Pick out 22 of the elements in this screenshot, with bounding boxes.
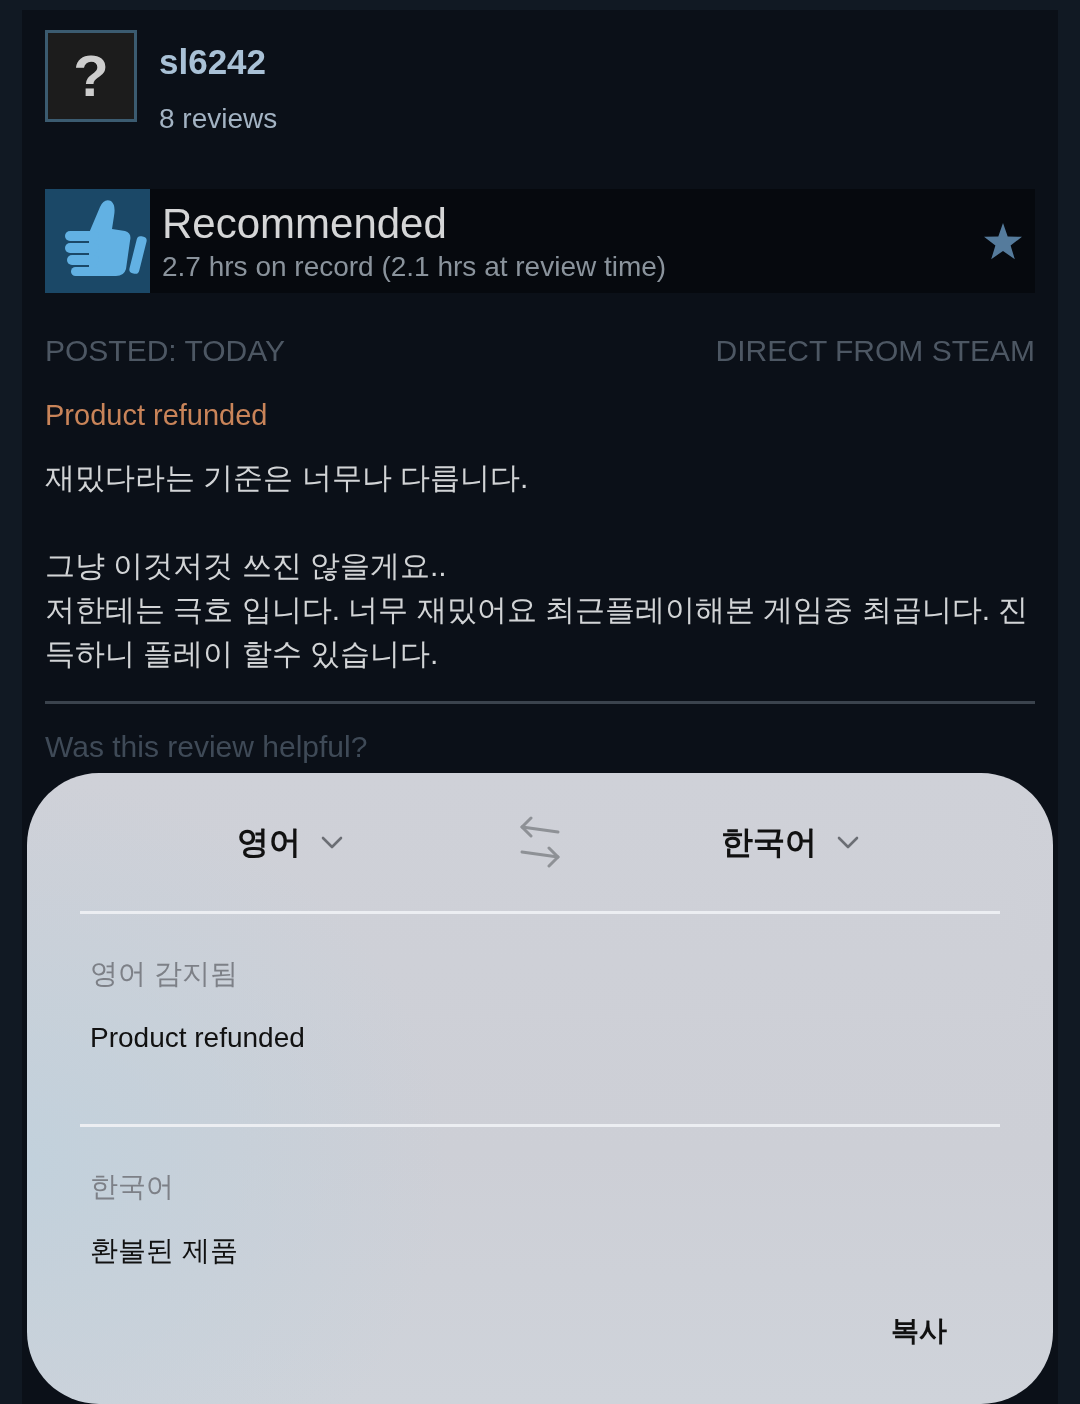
review-text: 재밌다라는 기준은 너무나 다릅니다. <box>45 460 530 496</box>
posted-date: POSTED: TODAY <box>45 333 286 369</box>
chevron-icon <box>321 835 343 849</box>
detected-language-label: 영어 감지됨 <box>90 957 239 991</box>
source-text: Product refunded <box>90 1021 306 1055</box>
translated-text: 환불된 제품 <box>90 1234 239 1268</box>
verdict-label: Recommended <box>162 198 448 249</box>
chevron-icon <box>837 835 859 849</box>
review-source: DIRECT FROM STEAM <box>715 333 1035 369</box>
thumbs-up-icon <box>45 189 150 293</box>
source-language-button[interactable]: 영어 <box>237 822 343 862</box>
refund-notice: Product refunded <box>45 398 269 433</box>
username[interactable]: sl6242 <box>159 42 278 82</box>
review-text: 그냥 이것저것 쓰진 않을게요.. 저한테는 극호 입니다. 너무 재밌어요 최근플레이해본 게임중 최곱니다. 진득하니 플레이 할수 있습니다. <box>45 548 1030 672</box>
target-language-label: 한국어 <box>90 1170 175 1204</box>
helpful-prompt: Was this review helpful? <box>45 729 369 765</box>
playtime-text: 2.7 hrs on record (2.1 hrs at review time) <box>162 249 668 284</box>
review-count: 8 reviews <box>159 102 278 136</box>
star-icon[interactable] <box>983 222 1023 260</box>
target-language-button[interactable]: 한국어 <box>721 822 859 862</box>
copy-button[interactable]: 복사 <box>891 1311 947 1351</box>
avatar-placeholder[interactable]: ? <box>45 30 137 122</box>
